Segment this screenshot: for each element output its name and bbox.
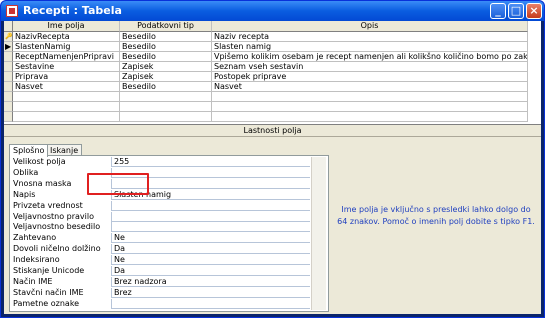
property-label: Stiskanje Unicode	[13, 266, 85, 275]
property-row: Vnosna maska	[10, 178, 310, 189]
property-row: Dovoli ničelno dolžino Da	[10, 244, 310, 255]
field-desc-cell[interactable]: Slasten namig	[212, 42, 528, 52]
property-row: Veljavnostno besedilo	[10, 222, 310, 233]
property-row: Zahtevano Ne	[10, 233, 310, 244]
property-value-input[interactable]: Da	[111, 266, 310, 276]
row-selector[interactable]	[4, 62, 13, 72]
property-value-input[interactable]: Brez nadzora	[111, 276, 310, 287]
field-properties-header: Lastnosti polja	[4, 125, 541, 137]
field-type-cell[interactable]: Zapisek	[120, 62, 212, 72]
table-design-window: Recepti : Tabela _ □ × Ime polja Podatko…	[0, 0, 545, 318]
property-label: Veljavnostno pravilo	[13, 211, 94, 221]
row-selector[interactable]: ▶	[4, 42, 13, 52]
field-type-cell[interactable]: Besedilo	[120, 52, 212, 62]
row-selector[interactable]	[4, 102, 13, 112]
row-selector[interactable]	[4, 112, 13, 122]
property-label: Privzeta vrednost	[13, 200, 83, 210]
property-label: Stavčni način IME	[13, 287, 84, 297]
property-row: Stavčni način IME Brez	[10, 287, 310, 298]
field-desc-cell[interactable]: Postopek priprave	[212, 72, 528, 82]
property-row: Način IME Brez nadzora	[10, 276, 310, 287]
maximize-button[interactable]: □	[508, 3, 524, 19]
property-label: Velikost polja	[13, 157, 66, 166]
property-value-input[interactable]	[111, 222, 310, 233]
property-value-input[interactable]	[111, 211, 310, 222]
property-value-input[interactable]: Da	[111, 244, 310, 255]
property-row: Velikost polja 255	[10, 157, 310, 167]
field-desc-cell[interactable]: Vpišemo kolikim osebam je recept namenje…	[212, 52, 528, 62]
properties-scrollbar[interactable]	[311, 157, 326, 310]
property-row: Oblika	[10, 167, 310, 178]
field-size-highlight-box	[87, 173, 149, 195]
field-desc-cell[interactable]	[212, 102, 528, 112]
title-bar[interactable]: Recepti : Tabela _ □ ×	[1, 1, 544, 21]
field-name-cell[interactable]: SlastenNamig	[13, 42, 120, 52]
field-type-cell[interactable]: Besedilo	[120, 82, 212, 92]
field-desc-cell[interactable]: Nasvet	[212, 82, 528, 92]
field-name-cell[interactable]: ReceptNamenjenPripravi	[13, 52, 120, 62]
row-selector[interactable]: 🔑	[4, 32, 13, 42]
field-desc-cell[interactable]	[212, 112, 528, 122]
field-name-cell[interactable]: Sestavine	[13, 62, 120, 72]
field-name-cell[interactable]: Nasvet	[13, 82, 120, 92]
property-value-input[interactable]: Brez	[111, 287, 310, 298]
field-name-cell[interactable]	[13, 102, 120, 112]
window-title: Recepti : Tabela	[23, 4, 122, 17]
table-icon	[6, 5, 18, 17]
field-desc-cell[interactable]: Naziv recepta	[212, 32, 528, 42]
field-grid: Ime polja Podatkovni tip Opis 🔑 NazivRece…	[4, 21, 541, 125]
field-type-cell[interactable]	[120, 102, 212, 112]
property-value-input[interactable]: 255	[111, 157, 310, 167]
property-row: Indeksirano Ne	[10, 255, 310, 266]
field-type-cell[interactable]: Besedilo	[120, 42, 212, 52]
row-selector[interactable]	[4, 52, 13, 62]
property-label: Dovoli ničelno dolžino	[13, 244, 101, 254]
property-label: Način IME	[13, 276, 53, 286]
field-desc-cell[interactable]: Seznam vseh sestavin	[212, 62, 528, 72]
row-selector[interactable]	[4, 82, 13, 92]
minimize-button[interactable]: _	[490, 3, 506, 19]
field-name-cell[interactable]: Priprava	[13, 72, 120, 82]
field-desc-cell[interactable]	[212, 92, 528, 102]
field-name-cell[interactable]	[13, 112, 120, 122]
grid-corner	[4, 21, 13, 32]
field-type-cell[interactable]	[120, 92, 212, 102]
property-label: Zahtevano	[13, 233, 57, 243]
property-row: Pametne oznake	[10, 298, 310, 309]
row-selector[interactable]	[4, 92, 13, 102]
close-button[interactable]: ×	[526, 3, 542, 19]
tab-general[interactable]: Splošno	[9, 144, 49, 157]
column-header-description: Opis	[212, 21, 528, 32]
property-row: Napis Slasten namig	[10, 189, 310, 200]
property-row: Privzeta vrednost	[10, 200, 310, 211]
row-selector[interactable]	[4, 72, 13, 82]
property-value-input[interactable]: Ne	[111, 255, 310, 266]
property-label: Indeksirano	[13, 255, 60, 265]
column-header-name: Ime polja	[13, 21, 120, 32]
property-value-input[interactable]	[111, 298, 310, 309]
field-type-cell[interactable]	[120, 112, 212, 122]
field-type-cell[interactable]: Zapisek	[120, 72, 212, 82]
property-row: Veljavnostno pravilo	[10, 211, 310, 222]
primary-key-icon: 🔑	[5, 33, 13, 40]
field-name-cell[interactable]: NazivRecepta	[13, 32, 120, 42]
property-value-input[interactable]: Ne	[111, 233, 310, 244]
property-value-input[interactable]	[111, 200, 310, 211]
property-label: Pametne oznake	[13, 298, 80, 308]
field-type-cell[interactable]: Besedilo	[120, 32, 212, 42]
general-properties-panel: Velikost polja 255 Oblika Vnosna maska Napis…	[9, 155, 329, 312]
help-text: Ime polja je vključno s presledki lahko …	[337, 205, 535, 226]
current-row-arrow-icon: ▶	[5, 42, 12, 51]
design-view: Ime polja Podatkovni tip Opis 🔑 NazivRece…	[4, 21, 541, 314]
field-name-cell[interactable]	[13, 92, 120, 102]
property-label: Veljavnostno besedilo	[13, 222, 101, 232]
column-header-type: Podatkovni tip	[120, 21, 212, 32]
property-row: Stiskanje Unicode Da	[10, 266, 310, 276]
